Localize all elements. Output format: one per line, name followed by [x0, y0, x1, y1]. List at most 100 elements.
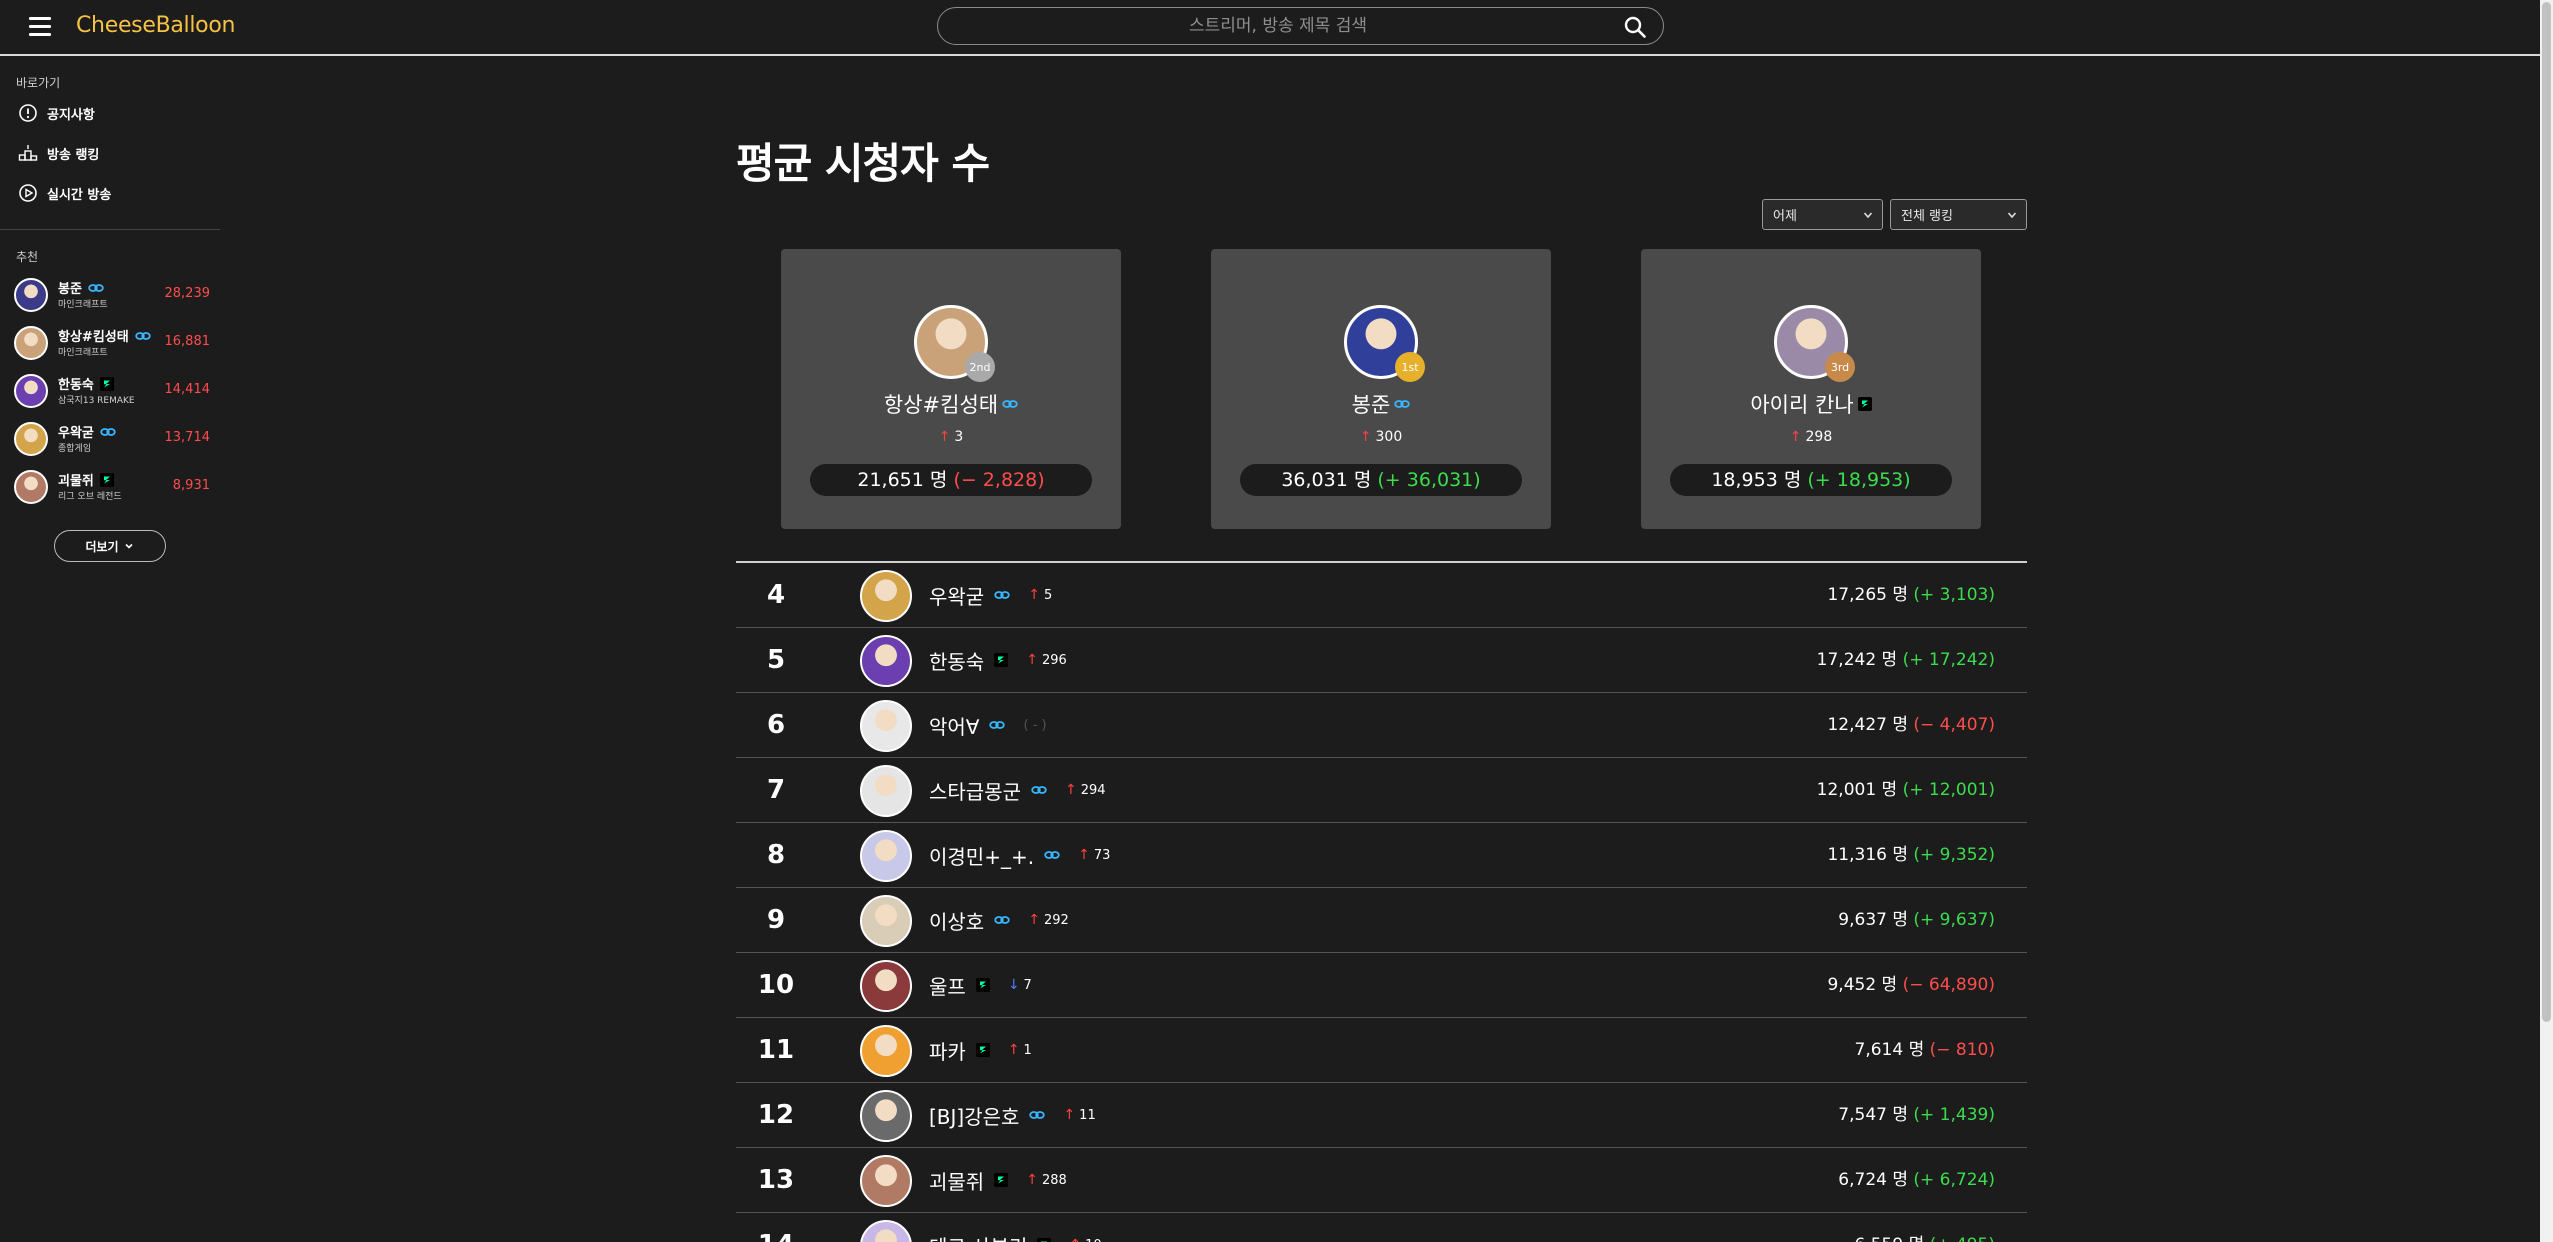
rank-number: 12 — [757, 1100, 795, 1130]
streamer-name-row: 우왁굳 ↑ 5 — [929, 563, 1052, 627]
hamburger-menu-icon[interactable] — [29, 17, 51, 36]
viewer-difference: (+ 17,242) — [1902, 650, 1995, 670]
streamer-avatar — [860, 895, 912, 947]
show-more-button[interactable]: 더보기 — [54, 530, 166, 562]
ranking-row[interactable]: 11 파카 ↑ 1 7,614 명 (− 810) — [736, 1018, 2027, 1083]
rank-badge: 3rd — [1825, 352, 1855, 382]
soop-platform-icon — [1031, 786, 1047, 794]
recommended-streamer[interactable]: 우왁굳 종합게임 13,714 — [14, 418, 210, 460]
viewer-stat: 12,427 명 (− 4,407) — [1827, 693, 1995, 757]
scrollbar-thumb[interactable] — [2542, 2, 2551, 1022]
chzzk-platform-icon — [975, 978, 990, 992]
ranking-row[interactable]: 12 [BJ]강은호 ↑ 11 7,547 명 (+ 1,439) — [736, 1083, 2027, 1148]
search-input[interactable] — [958, 13, 1598, 39]
streamer-name: 우왁굳 — [58, 426, 94, 441]
recommended-streamer[interactable]: 한동숙 삼국지13 REMAKE 14,414 — [14, 370, 210, 412]
streamer-name: 한동숙 — [58, 378, 94, 393]
viewer-difference: (− 64,890) — [1902, 975, 1995, 995]
page-scrollbar[interactable] — [2540, 0, 2553, 1242]
rank-change-value: 5 — [1043, 587, 1053, 603]
viewer-stat: 6,559 명 (+ 495) — [1855, 1213, 1996, 1242]
streamer-category: 마인크래프트 — [58, 348, 108, 358]
average-viewers: 17,265 명 — [1827, 585, 1908, 605]
streamer-name: 한동숙 — [929, 649, 985, 674]
streamer-avatar — [860, 570, 912, 622]
rank-number: 7 — [766, 775, 786, 805]
streamer-avatar — [860, 1155, 912, 1207]
viewer-stat-box: 36,031 명 (+ 36,031) — [1240, 464, 1522, 496]
soop-platform-icon — [1044, 851, 1060, 859]
streamer-name-row: 울프 ↓ 7 — [929, 953, 1032, 1017]
page-title: 평균 시청자 수 — [736, 139, 990, 188]
average-viewers: 11,316 명 — [1827, 845, 1908, 865]
streamer-avatar — [860, 635, 912, 687]
ranking-row[interactable]: 8 이경민+_+. ↑ 73 11,316 명 (+ 9,352) — [736, 823, 2027, 888]
average-viewers: 12,427 명 — [1827, 715, 1908, 735]
ranking-row[interactable]: 14 테코 사부리 ↑ 10 6,559 명 (+ 495) — [736, 1213, 2027, 1242]
ranking-row[interactable]: 10 울프 ↓ 7 9,452 명 (− 64,890) — [736, 953, 2027, 1018]
recommended-streamer[interactable]: 항상#킴성태 마인크래프트 16,881 — [14, 322, 210, 364]
scope-select[interactable]: 전체 랭킹 — [1890, 199, 2027, 230]
search-bar — [937, 7, 1664, 45]
sidebar-link-notice[interactable]: 공지사항 — [18, 100, 95, 126]
sidebar-link-label: 공지사항 — [47, 107, 95, 123]
average-viewers: 18,953 명 — [1711, 469, 1802, 491]
rank-number: 11 — [757, 1035, 795, 1065]
ranking-row[interactable]: 13 괴물쥐 ↑ 288 6,724 명 (+ 6,724) — [736, 1148, 2027, 1213]
sidebar-link-ranking[interactable]: 방송 랭킹 — [18, 140, 99, 166]
average-viewers: 21,651 명 — [857, 469, 948, 491]
soop-platform-icon — [100, 427, 116, 436]
rank-change-value: 298 — [1805, 429, 1833, 445]
rank-change: ↑ 73 — [1078, 847, 1110, 863]
period-select[interactable]: 어제 — [1762, 199, 1883, 230]
streamer-name-row: 이상호 ↑ 292 — [929, 888, 1069, 952]
viewer-stat: 17,242 명 (+ 17,242) — [1817, 628, 1995, 692]
sidebar-link-label: 방송 랭킹 — [47, 147, 100, 163]
streamer-name-row: 한동숙 ↑ 296 — [929, 628, 1067, 692]
viewer-stat-box: 21,651 명 (− 2,828) — [810, 464, 1092, 496]
average-viewers: 9,637 명 — [1838, 910, 1908, 930]
streamer-name-row: 테코 사부리 ↑ 10 — [929, 1213, 1102, 1242]
recommended-streamer[interactable]: 봉준 마인크래프트 28,239 — [14, 274, 210, 316]
ranking-row[interactable]: 7 스타급몽군 ↑ 294 12,001 명 (+ 12,001) — [736, 758, 2027, 823]
streamer-name-row: 항상#킴성태 — [58, 326, 151, 345]
podium-card-1st[interactable]: 1st 봉준 ↑ 300 36,031 명 (+ 36,031) — [1211, 249, 1551, 529]
ranking-row[interactable]: 4 우왁굳 ↑ 5 17,265 명 (+ 3,103) — [736, 563, 2027, 628]
rank-number: 9 — [766, 905, 786, 935]
rank-up-arrow-icon: ↑ — [1028, 912, 1040, 928]
sidebar-link-live[interactable]: 실시간 방송 — [18, 180, 111, 206]
podium-card-2nd[interactable]: 2nd 항상#킴성태 ↑ 3 21,651 명 (− 2,828) — [781, 249, 1121, 529]
rank-up-arrow-icon: ↑ — [1065, 782, 1077, 798]
rank-change: ↑ 294 — [1065, 782, 1106, 798]
soop-platform-icon — [1002, 400, 1018, 408]
ranking-row[interactable]: 6 악어∀ ( - ) 12,427 명 (− 4,407) — [736, 693, 2027, 758]
show-more-label: 더보기 — [85, 539, 119, 554]
streamer-name-row: 한동숙 — [58, 374, 114, 393]
average-viewers: 7,547 명 — [1838, 1105, 1908, 1125]
rank-change: ↑ 288 — [1026, 1172, 1067, 1188]
site-logo[interactable]: CheeseBalloon — [76, 13, 235, 38]
chzzk-platform-icon — [99, 376, 114, 391]
rank-number: 6 — [766, 710, 786, 740]
streamer-name: 이상호 — [929, 909, 985, 934]
viewer-difference: (+ 495) — [1930, 1235, 1995, 1242]
ranking-row[interactable]: 9 이상호 ↑ 292 9,637 명 (+ 9,637) — [736, 888, 2027, 953]
podium-card-3rd[interactable]: 3rd 아이리 칸나 ↑ 298 18,953 명 (+ 18,953) — [1641, 249, 1981, 529]
viewer-difference: (− 810) — [1929, 1040, 1995, 1060]
soop-platform-icon — [1394, 400, 1411, 408]
chzzk-platform-icon — [99, 472, 114, 487]
sidebar-link-label: 실시간 방송 — [47, 187, 112, 203]
search-icon[interactable] — [1623, 15, 1647, 39]
streamer-avatar — [14, 278, 48, 312]
streamer-name: 괴물쥐 — [58, 474, 94, 489]
viewer-difference: (+ 3,103) — [1913, 585, 1995, 605]
recommended-streamer[interactable]: 괴물쥐 리그 오브 레전드 8,931 — [14, 466, 210, 508]
rank-number: 4 — [766, 580, 786, 610]
streamer-name-row: 아이리 칸나 — [1641, 389, 1981, 419]
viewer-stat: 7,547 명 (+ 1,439) — [1838, 1083, 1995, 1147]
ranking-row[interactable]: 5 한동숙 ↑ 296 17,242 명 (+ 17,242) — [736, 628, 2027, 693]
streamer-name: 항상#킴성태 — [58, 330, 129, 345]
period-select-value: 어제 — [1773, 209, 1797, 224]
streamer-avatar — [14, 374, 48, 408]
viewer-stat: 11,316 명 (+ 9,352) — [1827, 823, 1995, 887]
